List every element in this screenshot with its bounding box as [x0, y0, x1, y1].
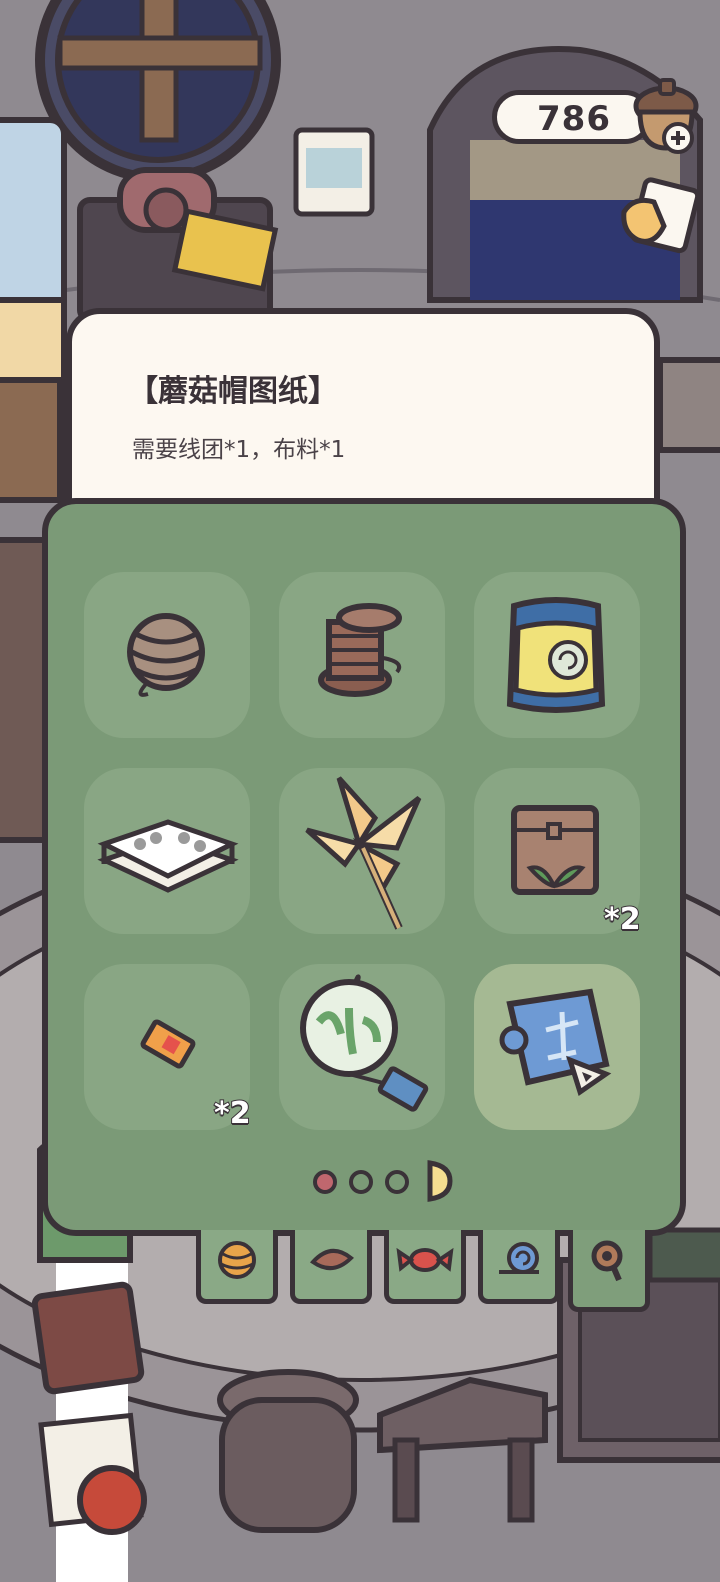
- tooltip-title: 【蘑菇帽图纸】: [128, 374, 338, 409]
- yarn-ball-icon: [127, 613, 205, 697]
- next-page-icon[interactable]: [424, 1160, 454, 1202]
- page-dot[interactable]: [385, 1170, 409, 1194]
- inventory-slot-ticket[interactable]: *2: [84, 964, 252, 1132]
- inventory-slot-pinwheel[interactable]: [279, 768, 445, 934]
- fabric-sample-book-icon: [97, 819, 239, 893]
- thread-spool-icon: [318, 603, 402, 697]
- inventory-slot-spool[interactable]: [279, 572, 445, 738]
- snail-tab-icon: [499, 1242, 539, 1274]
- tab-yarn[interactable]: [196, 1230, 278, 1304]
- leaf-tab-icon: [309, 1249, 354, 1270]
- inventory-slot-fabric-book[interactable]: [84, 768, 250, 934]
- blueprint-icon: [499, 988, 612, 1096]
- magnifier-tab-icon: [591, 1240, 623, 1282]
- tab-leaf[interactable]: [290, 1230, 372, 1304]
- candy-tab-icon: [396, 1247, 454, 1272]
- tab-candy[interactable]: [384, 1230, 466, 1304]
- page-dot[interactable]: [349, 1170, 373, 1194]
- tab-search[interactable]: [568, 1230, 650, 1312]
- tab-snail[interactable]: [478, 1230, 560, 1304]
- slot-count: *2: [603, 901, 642, 938]
- pinwheel-icon: [305, 776, 422, 930]
- inventory-slot-yarn[interactable]: [84, 572, 250, 738]
- tooltip-description: 需要线团*1，布料*1: [132, 437, 346, 463]
- inventory-slot-wind-chime[interactable]: [279, 964, 445, 1130]
- yarn-tab-icon: [218, 1241, 256, 1279]
- wind-chime-icon: [300, 974, 429, 1112]
- page-dot-active[interactable]: [313, 1170, 337, 1194]
- acorn-coin-icon[interactable]: [626, 72, 706, 162]
- inventory-slot-food-bag[interactable]: [474, 572, 640, 738]
- snail-food-bag-icon: [506, 597, 606, 713]
- pointing-hand-icon: [621, 177, 701, 254]
- inventory-slot-blueprint[interactable]: [474, 964, 640, 1130]
- pagination: [0, 1160, 720, 1202]
- coin-count: 786: [537, 99, 611, 139]
- slot-count: *2: [213, 1095, 252, 1132]
- inventory-slot-seed-bag[interactable]: *2: [474, 768, 642, 938]
